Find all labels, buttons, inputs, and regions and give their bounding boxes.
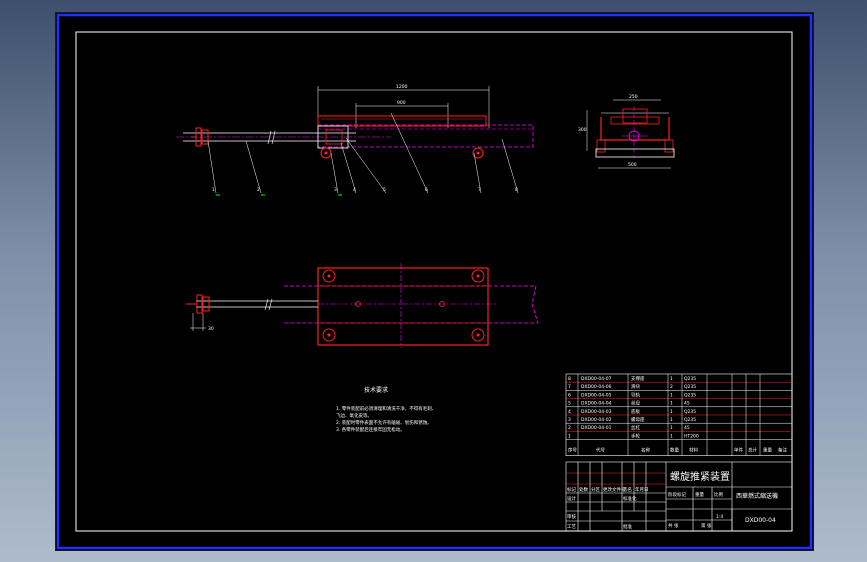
dim-side-width: 250 bbox=[629, 94, 638, 100]
bom-header-total: 总计 bbox=[748, 447, 757, 454]
side-view bbox=[586, 99, 675, 169]
bom-cell-code: DXD00-04-06 bbox=[581, 384, 612, 390]
bom-header-remark: 备注 bbox=[778, 447, 787, 454]
bom-cell-name: 滑块 bbox=[631, 383, 640, 390]
tb-label-weight: 重量 bbox=[695, 491, 704, 498]
bom-cell-material: 45 bbox=[684, 425, 690, 431]
bom-header-qty: 数量 bbox=[670, 447, 679, 454]
tb-label-stage: 阶段标记 bbox=[668, 491, 686, 498]
title-company: 西華燃式縮送機 bbox=[736, 492, 778, 500]
cad-viewport[interactable]: 1200 900 1 2 3 4 5 6 7 8 250 300 500 30 … bbox=[55, 12, 814, 551]
tb-label-scale: 比例 bbox=[714, 491, 723, 498]
bom-cell-code: DXD00-04-05 bbox=[581, 392, 612, 398]
bom-cell-qty: 1 bbox=[670, 409, 673, 415]
bom-cell-qty: 1 bbox=[670, 376, 673, 382]
frame-border bbox=[75, 31, 793, 532]
title-drawing-name: 螺旋推紧装置 bbox=[670, 470, 730, 483]
bom-cell-material: 45 bbox=[684, 401, 690, 407]
bom-cell-name: 丝杠 bbox=[631, 424, 640, 431]
title-scale: 1:4 bbox=[716, 514, 723, 520]
tb-label-zone: 分区 bbox=[591, 486, 600, 493]
dim-side-base: 500 bbox=[628, 162, 637, 168]
bom-header-material: 材料 bbox=[689, 447, 698, 454]
notes-line-1: 1. 零件装配前必须清理和清洗干净，不得有毛刺、 bbox=[336, 405, 436, 412]
tb-label-process: 工艺 bbox=[567, 524, 576, 530]
bom-cell-qty: 1 bbox=[670, 401, 673, 407]
bom-cell-material: Q235 bbox=[684, 417, 696, 423]
bom-cell-qty: 1 bbox=[670, 417, 673, 423]
bom-cell-material: Q235 bbox=[684, 409, 696, 415]
tb-label-approve: 批准 bbox=[623, 523, 632, 530]
bom-cell-no: 2 bbox=[568, 425, 571, 431]
tb-label-design: 设计 bbox=[567, 495, 576, 502]
front-view: 1200 900 bbox=[176, 84, 534, 196]
bom-cell-name: 导轨 bbox=[631, 391, 640, 398]
tb-label-date: 年月日 bbox=[635, 486, 649, 493]
bom-header-code: 代号 bbox=[596, 447, 605, 454]
dim-side-height: 300 bbox=[578, 127, 587, 133]
title-drawing-number: DXD00-04 bbox=[745, 517, 776, 524]
tb-label-mark: 标记 bbox=[567, 486, 576, 493]
bom-header-weight: 重量 bbox=[763, 447, 772, 454]
bom-cell-no: 7 bbox=[568, 384, 571, 390]
notes-heading: 技术要求 bbox=[364, 386, 388, 394]
notes-line-3: 2. 装配时零件表面不允许有磕碰、划伤和锈蚀。 bbox=[336, 419, 432, 426]
bom-cell-code: DXD00-04-01 bbox=[581, 425, 612, 431]
bom-cell-no: 8 bbox=[568, 376, 571, 382]
balloon-1: 1 bbox=[212, 187, 215, 193]
bom-cell-code: DXD00-04-04 bbox=[581, 401, 612, 407]
dim-plan-small: 30 bbox=[208, 326, 214, 332]
tb-label-standardize: 标准化 bbox=[623, 495, 637, 502]
assembly-drawing: 1200 900 1 2 3 4 5 6 7 8 250 300 500 30 … bbox=[56, 13, 813, 550]
bom-cell-material: Q235 bbox=[684, 376, 696, 382]
bom-cell-name: 螺母座 bbox=[631, 416, 645, 423]
balloon-7: 7 bbox=[478, 187, 481, 193]
tb-label-sign: 签名 bbox=[623, 486, 632, 493]
sheet-outer-border bbox=[56, 13, 813, 550]
dim-overall-length: 1200 bbox=[396, 84, 408, 90]
notes-line-2: 飞边、氧化皮等。 bbox=[336, 412, 372, 419]
tb-label-review: 审核 bbox=[567, 513, 576, 520]
balloon-4: 4 bbox=[353, 187, 356, 193]
bom-cell-no: 1 bbox=[568, 433, 571, 439]
plan-view bbox=[186, 263, 539, 348]
bom-cell-code: DXD00-04-02 bbox=[581, 417, 612, 423]
bom-header-single: 单件 bbox=[734, 447, 743, 454]
bom-header-no: 序号 bbox=[568, 447, 577, 454]
balloon-2: 2 bbox=[257, 187, 260, 193]
bom-cell-code: DXD00-04-03 bbox=[581, 409, 612, 415]
bom-cell-no: 5 bbox=[568, 401, 571, 407]
bom-header-name: 名称 bbox=[641, 447, 650, 454]
bom-cell-qty: 1 bbox=[670, 425, 673, 431]
bom-cell-no: 4 bbox=[568, 409, 571, 415]
dim-inner-length: 900 bbox=[397, 100, 406, 106]
balloon-5: 5 bbox=[383, 187, 386, 193]
bom-cell-material: HT200 bbox=[684, 433, 699, 439]
bom-cell-qty: 1 bbox=[670, 392, 673, 398]
notes-line-4: 3. 各零件装配后连接牢固无松动。 bbox=[336, 426, 405, 433]
bom-cell-no: 6 bbox=[568, 392, 571, 398]
tb-label-sheet: 第 张 bbox=[701, 522, 712, 529]
bom-cell-name: 丝母 bbox=[631, 400, 640, 407]
tb-label-count: 处数 bbox=[579, 486, 588, 493]
bom-cell-qty: 1 bbox=[670, 433, 673, 439]
bom-table: 8 DXD00-04-07 支撑座 1 Q235 7 DXD00-04-06 滑块 2 Q235 6… bbox=[565, 373, 793, 456]
bom-cell-qty: 2 bbox=[670, 384, 673, 390]
bom-cell-name: 支撑座 bbox=[631, 375, 645, 382]
balloon-6: 6 bbox=[425, 187, 428, 193]
bom-cell-code: DXD00-04-07 bbox=[581, 376, 612, 382]
bom-cell-name: 底板 bbox=[631, 408, 640, 415]
balloon-8: 8 bbox=[515, 187, 518, 193]
bom-cell-material: Q235 bbox=[684, 392, 696, 398]
bom-cell-name: 手轮 bbox=[631, 432, 640, 439]
balloon-3: 3 bbox=[334, 187, 337, 193]
bom-cell-material: Q235 bbox=[684, 384, 696, 390]
bom-cell-no: 3 bbox=[568, 417, 571, 423]
tb-label-sheets: 共 张 bbox=[668, 522, 679, 529]
